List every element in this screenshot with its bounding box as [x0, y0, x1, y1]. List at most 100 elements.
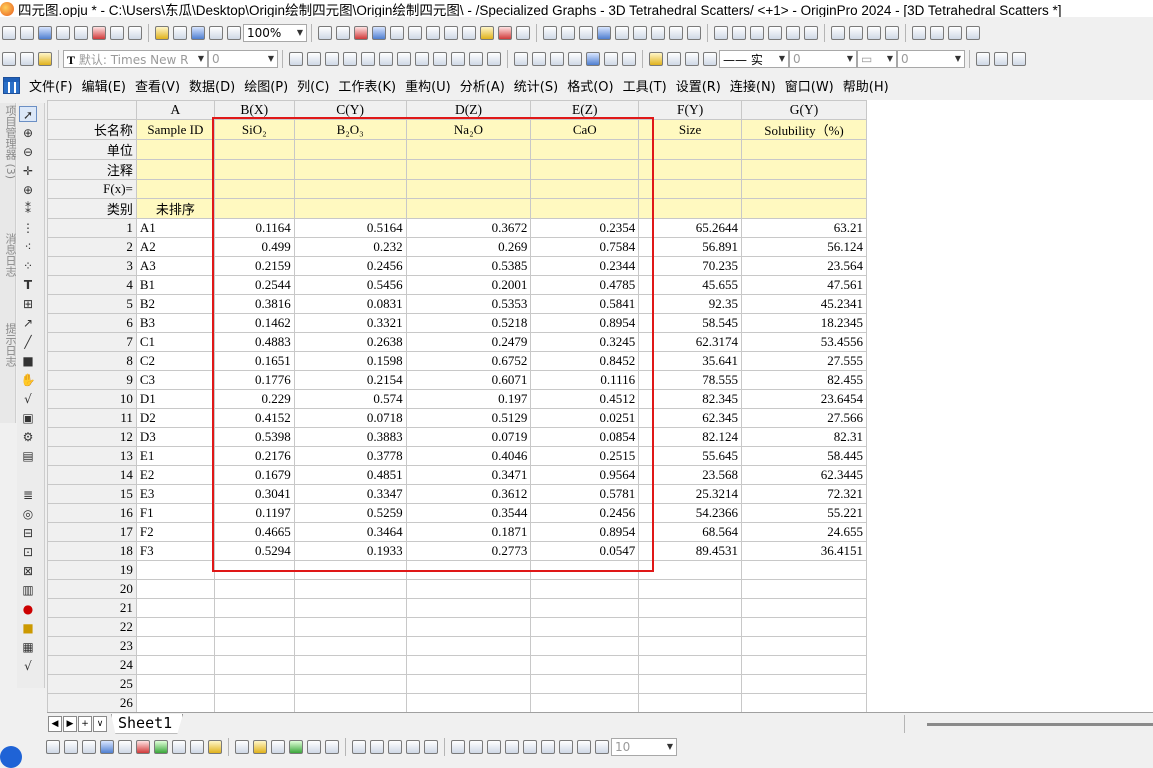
project-explorer-tab[interactable]: 项目管理器 (3) — [2, 105, 18, 179]
empty-cell[interactable] — [638, 655, 743, 675]
grid-icon[interactable] — [1012, 52, 1026, 66]
lock-icon[interactable]: ■ — [19, 620, 37, 636]
comments-cell[interactable] — [213, 159, 295, 180]
empty-cell[interactable] — [530, 674, 640, 694]
menu-analysis[interactable]: 分析(A) — [460, 76, 505, 95]
empty-cell[interactable] — [293, 655, 407, 675]
bold-icon[interactable] — [289, 52, 303, 66]
empty-cell[interactable] — [405, 579, 532, 599]
empty-cell[interactable] — [638, 674, 743, 694]
table-cell[interactable]: 0.1933 — [293, 541, 407, 561]
hints-log-tab[interactable]: 提示日志 — [2, 323, 18, 367]
new-notes-icon[interactable] — [74, 26, 88, 40]
comments-cell[interactable] — [405, 159, 532, 180]
row-number[interactable]: 18 — [47, 541, 137, 561]
tab-nav-next[interactable]: ▶ — [63, 715, 77, 732]
table-cell[interactable]: 0.5781 — [530, 484, 640, 504]
table-cell[interactable]: 27.566 — [741, 408, 867, 428]
table-cell[interactable]: 45.2341 — [741, 294, 867, 314]
multi-panel-icon[interactable] — [118, 739, 132, 754]
heatmap-icon[interactable] — [307, 739, 321, 754]
long-name-cell[interactable]: Na₂O — [405, 119, 532, 140]
menu-view[interactable]: 查看(V) — [135, 76, 180, 95]
empty-cell[interactable] — [405, 598, 532, 618]
table-cell[interactable]: E2 — [135, 465, 215, 485]
column-header-c[interactable]: C(Y) — [293, 100, 407, 120]
menu-edit[interactable]: 编辑(E) — [82, 76, 126, 95]
long-name-cell[interactable]: CaO — [530, 119, 640, 140]
empty-cell[interactable] — [135, 598, 215, 618]
table-cell[interactable]: E3 — [135, 484, 215, 504]
table-cell[interactable]: 55.645 — [638, 446, 743, 466]
column-header-a[interactable]: A — [135, 100, 215, 120]
units-label[interactable]: 单位 — [47, 139, 137, 160]
paste-icon[interactable] — [38, 52, 52, 66]
units-cell[interactable] — [405, 139, 532, 160]
column-header-d[interactable]: D(Z) — [405, 100, 532, 120]
table-cell[interactable]: E1 — [135, 446, 215, 466]
set-label-icon[interactable] — [804, 26, 818, 40]
table-cell[interactable]: 0.2638 — [293, 332, 407, 352]
circle-tool-icon[interactable]: ◎ — [19, 506, 37, 522]
highlight-icon[interactable] — [703, 52, 717, 66]
column-plot-icon[interactable] — [100, 739, 114, 754]
formula-icon[interactable]: √ — [19, 658, 37, 674]
empty-cell[interactable] — [741, 693, 867, 713]
line-style-combo[interactable]: —— 实 ▼ — [719, 50, 789, 68]
app-center-icon[interactable] — [480, 26, 494, 40]
fx-cell[interactable] — [405, 179, 532, 199]
table-cell[interactable]: 0.4851 — [293, 465, 407, 485]
table-cell[interactable]: 35.641 — [638, 351, 743, 371]
fx-cell[interactable] — [293, 179, 407, 199]
long-name-cell[interactable]: Sample ID — [135, 119, 215, 140]
fx-label[interactable]: F(x)= — [47, 179, 137, 199]
table-cell[interactable]: 0.2354 — [530, 218, 640, 238]
table-cell[interactable]: C3 — [135, 370, 215, 390]
table-cell[interactable]: 0.1679 — [213, 465, 295, 485]
empty-cell[interactable] — [638, 598, 743, 618]
superscript-icon[interactable] — [343, 52, 357, 66]
long-name-cell[interactable]: B₂O₃ — [293, 119, 407, 140]
units-cell[interactable] — [741, 139, 867, 160]
table-cell[interactable]: 65.2644 — [638, 218, 743, 238]
table-cell[interactable]: 0.1462 — [213, 313, 295, 333]
move-icon[interactable] — [516, 26, 530, 40]
row-number[interactable]: 7 — [47, 332, 137, 352]
hand-tool-icon[interactable]: ✋ — [19, 372, 37, 388]
empty-cell[interactable] — [741, 579, 867, 599]
empty-cell[interactable] — [293, 560, 407, 580]
row-number[interactable]: 5 — [47, 294, 137, 314]
empty-cell[interactable] — [135, 693, 215, 713]
menu-preferences[interactable]: 设置(R) — [676, 76, 721, 95]
row-number[interactable]: 19 — [47, 560, 137, 580]
line-width-combo[interactable]: 0 ▼ — [789, 50, 857, 68]
tab-sheet1[interactable]: Sheet1 — [111, 713, 184, 734]
empty-cell[interactable] — [293, 598, 407, 618]
equation-icon[interactable]: √ — [19, 391, 37, 407]
empty-cell[interactable] — [638, 636, 743, 656]
scrollbar-thumb[interactable] — [927, 723, 1153, 726]
layer-management-icon[interactable] — [388, 739, 402, 754]
table-cell[interactable]: 0.8954 — [530, 522, 640, 542]
unmerge-icon[interactable] — [532, 52, 546, 66]
table-cell[interactable]: 0.2154 — [293, 370, 407, 390]
table-cell[interactable]: 0.1776 — [213, 370, 295, 390]
insert-graph-tool-icon[interactable]: ▣ — [19, 410, 37, 426]
empty-cell[interactable] — [293, 579, 407, 599]
duplicate-icon[interactable] — [354, 26, 368, 40]
add-layer-icon[interactable] — [406, 739, 420, 754]
column-header-g[interactable]: G(Y) — [741, 100, 867, 120]
table-cell[interactable]: 0.4512 — [530, 389, 640, 409]
insert-sparkline-icon[interactable] — [622, 52, 636, 66]
ternary-plot-icon[interactable] — [190, 739, 204, 754]
table-cell[interactable]: 0.7584 — [530, 237, 640, 257]
table-cell[interactable]: 0.9564 — [530, 465, 640, 485]
group-icon[interactable] — [523, 739, 537, 754]
refresh-icon[interactable] — [336, 26, 350, 40]
table-cell[interactable]: 0.197 — [405, 389, 532, 409]
table-cell[interactable]: 0.5456 — [293, 275, 407, 295]
rotate-icon[interactable] — [595, 739, 609, 754]
table-cell[interactable]: 0.232 — [293, 237, 407, 257]
long-name-cell[interactable]: Solubility（%) — [741, 119, 867, 140]
decrease-font-icon[interactable] — [433, 52, 447, 66]
